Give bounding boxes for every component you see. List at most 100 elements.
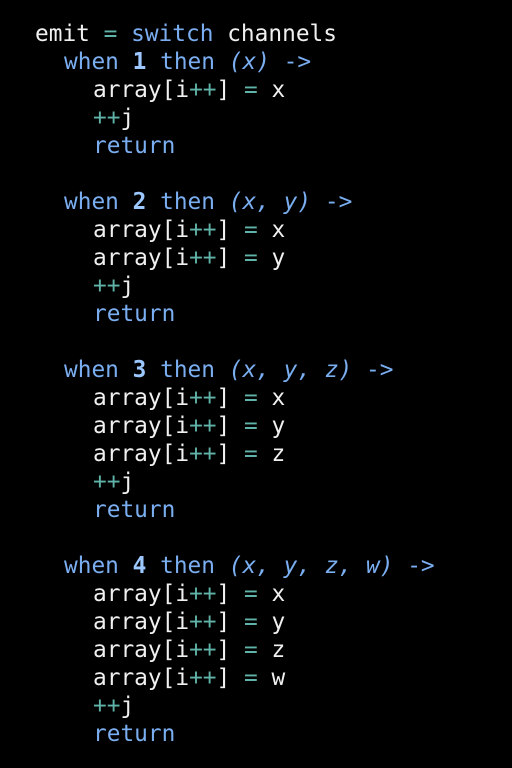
code-token-default: ] [216, 77, 231, 103]
code-token-default [213, 21, 227, 47]
code-token-default: x [271, 385, 286, 411]
code-token-operator: ++ [189, 581, 217, 607]
code-line: array[i++] = z [35, 636, 512, 664]
code-token-operator: ++ [93, 693, 121, 719]
code-line: when 3 then (x, y, z) -> [35, 356, 512, 384]
code-token-default [230, 217, 244, 243]
code-token-default [352, 357, 366, 383]
code-token-default [90, 21, 104, 47]
code-token-default: ] [216, 581, 231, 607]
code-token-operator: = [244, 609, 258, 635]
code-token-default [146, 49, 160, 75]
code-line: array[i++] = y [35, 244, 512, 272]
code-token-default [230, 665, 244, 691]
code-token-default [258, 609, 272, 635]
code-token-keyword: return [93, 133, 176, 159]
code-token-default [258, 385, 272, 411]
code-token-default [258, 581, 272, 607]
code-token-default [215, 357, 229, 383]
code-token-keyword: switch [131, 21, 214, 47]
code-line: array[i++] = x [35, 580, 512, 608]
code-token-operator: ++ [189, 665, 217, 691]
code-line: array[i++] = w [35, 664, 512, 692]
code-token-default: emit [35, 21, 90, 47]
code-token-default: y [271, 413, 286, 439]
code-token-default [119, 553, 133, 579]
code-token-operator: ++ [189, 217, 217, 243]
code-token-number: 3 [132, 357, 147, 383]
code-token-default [215, 553, 229, 579]
code-editor[interactable]: emit = switch channels when 1 then (x) ->… [0, 0, 512, 768]
code-token-keyword: then [160, 49, 216, 75]
code-token-operator: ++ [189, 441, 217, 467]
code-token-default: x [271, 581, 286, 607]
code-token-default [258, 665, 272, 691]
code-token-operator: = [244, 413, 258, 439]
code-token-default: z [271, 441, 286, 467]
code-token-default: z [271, 637, 286, 663]
code-line: ++j [35, 468, 512, 496]
code-token-default: w [271, 665, 286, 691]
code-token-operator: = [244, 581, 258, 607]
code-token-default [146, 553, 160, 579]
code-token-default: array[i [93, 385, 190, 411]
code-token-default [119, 49, 133, 75]
code-token-default [230, 441, 244, 467]
code-token-keyword: return [93, 497, 176, 523]
code-token-keyword: then [160, 553, 216, 579]
code-line: emit = switch channels [35, 20, 512, 48]
code-token-default: array[i [93, 665, 190, 691]
code-token-operator: ++ [93, 105, 121, 131]
code-token-operator: = [244, 441, 258, 467]
code-token-default [215, 49, 229, 75]
code-line: array[i++] = x [35, 76, 512, 104]
code-token-keyword: -> [324, 189, 353, 215]
code-token-operator: ++ [189, 413, 217, 439]
code-token-operator: ++ [189, 77, 217, 103]
code-token-default [258, 441, 272, 467]
code-token-default: x [271, 77, 286, 103]
code-token-keyword: return [93, 721, 176, 747]
code-token-default [230, 413, 244, 439]
code-token-default: array[i [93, 77, 190, 103]
code-token-default: ] [216, 665, 231, 691]
code-token-default [146, 189, 160, 215]
code-token-default [146, 357, 160, 383]
code-line: array[i++] = y [35, 608, 512, 636]
code-token-number: 1 [132, 49, 147, 75]
code-token-default: array[i [93, 609, 190, 635]
code-token-default: ] [216, 217, 231, 243]
code-token-default: array[i [93, 441, 190, 467]
code-token-operator: = [244, 77, 258, 103]
code-token-default: array[i [93, 217, 190, 243]
code-token-default: array[i [93, 581, 190, 607]
code-token-keyword: -> [366, 357, 394, 383]
code-token-default [258, 637, 272, 663]
code-token-param: (x) [228, 49, 270, 75]
code-token-default [230, 637, 244, 663]
code-token-param: (x, y, z) [228, 357, 353, 383]
code-token-operator: = [244, 217, 258, 243]
code-token-operator: = [103, 21, 118, 47]
code-token-default: ] [216, 413, 231, 439]
code-token-keyword: when [64, 49, 119, 75]
code-token-keyword: when [64, 357, 119, 383]
code-token-number: 4 [132, 553, 147, 579]
code-token-operator: ++ [189, 385, 217, 411]
code-token-operator: = [244, 245, 258, 271]
code-token-default: ] [216, 385, 231, 411]
code-line: return [35, 132, 512, 160]
code-line: return [35, 300, 512, 328]
code-token-default [215, 189, 229, 215]
code-token-default: array[i [93, 413, 190, 439]
code-line: array[i++] = y [35, 412, 512, 440]
code-line: array[i++] = x [35, 216, 512, 244]
code-line: array[i++] = x [35, 384, 512, 412]
code-token-default [270, 49, 284, 75]
code-token-default [230, 245, 244, 271]
code-token-default [119, 189, 133, 215]
code-line: ++j [35, 104, 512, 132]
code-token-default: array[i [93, 637, 190, 663]
